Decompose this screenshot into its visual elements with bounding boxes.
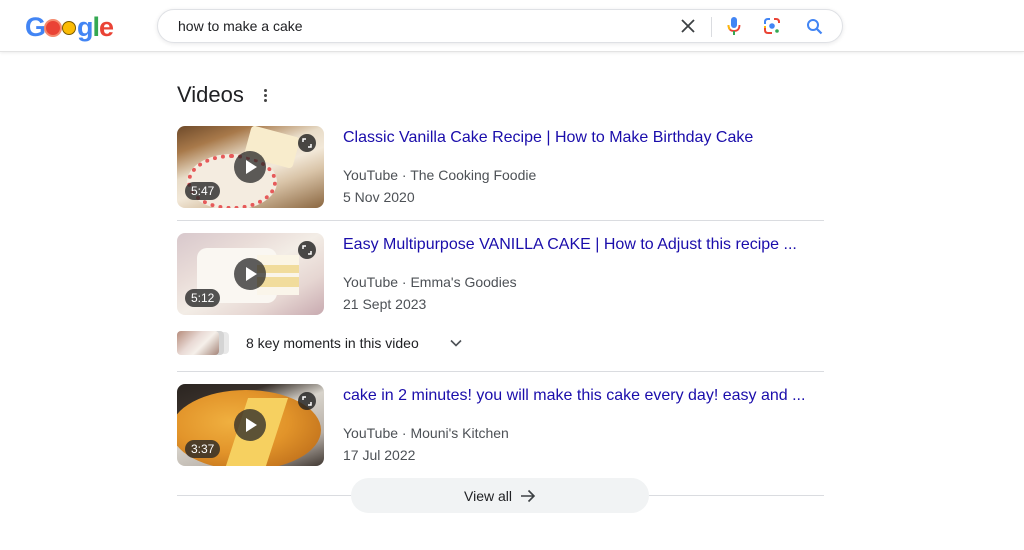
video-duration: 3:37: [185, 440, 221, 458]
divider: [177, 220, 824, 221]
expand-icon: [298, 134, 316, 152]
view-all-label: View all: [464, 487, 512, 504]
video-title-link[interactable]: Easy Multipurpose VANILLA CAKE | How to …: [343, 236, 797, 254]
video-date: 5 Nov 2020: [343, 189, 415, 205]
logo-letter-e: e: [99, 12, 114, 42]
google-logo[interactable]: Ggle: [25, 12, 114, 43]
video-result: 3:37 cake in 2 minutes! you will make th…: [177, 384, 824, 466]
play-icon: [234, 409, 266, 441]
video-date: 17 Jul 2022: [343, 447, 416, 463]
more-vert-icon-dot: [263, 98, 267, 102]
video-result: 5:12 Easy Multipurpose VANILLA CAKE | Ho…: [177, 233, 824, 315]
search-icon: [806, 18, 822, 34]
video-duration: 5:12: [185, 289, 221, 307]
video-source: YouTube · Emma's Goodies: [343, 274, 517, 290]
video-title-link[interactable]: cake in 2 minutes! you will make this ca…: [343, 387, 805, 405]
clear-search-button[interactable]: [678, 16, 698, 36]
lens-search-button[interactable]: [762, 16, 782, 36]
expand-icon: [298, 392, 316, 410]
key-moments-label: 8 key moments in this video: [246, 335, 419, 351]
arrow-right-icon: [521, 489, 536, 502]
chevron-down-icon: [450, 339, 462, 347]
video-title-link[interactable]: Classic Vanilla Cake Recipe | How to Mak…: [343, 129, 753, 147]
view-all-button[interactable]: View all: [351, 478, 649, 513]
key-moments-thumbnails: [177, 331, 231, 355]
search-divider: [711, 17, 712, 37]
play-icon: [234, 258, 266, 290]
search-box: [157, 9, 843, 43]
header: Ggle: [0, 0, 1024, 52]
voice-search-button[interactable]: [724, 16, 744, 36]
section-title: Videos: [177, 82, 244, 107]
video-thumbnail[interactable]: 5:12: [177, 233, 324, 315]
microphone-icon: [727, 17, 741, 35]
video-source: YouTube · Mouni's Kitchen: [343, 425, 509, 441]
google-lens-icon: [764, 18, 780, 34]
video-thumbnail[interactable]: 3:37: [177, 384, 324, 466]
key-moments-toggle[interactable]: 8 key moments in this video: [177, 330, 477, 356]
video-source: YouTube · The Cooking Foodie: [343, 167, 537, 183]
logo-letter-g2: g: [77, 12, 93, 42]
close-icon: [681, 19, 695, 33]
more-options-button[interactable]: [257, 85, 273, 105]
logo-letter-g: G: [25, 12, 46, 42]
video-result: 5:47 Classic Vanilla Cake Recipe | How t…: [177, 126, 824, 208]
video-duration: 5:47: [185, 182, 221, 200]
search-input[interactable]: [178, 10, 658, 42]
search-button[interactable]: [804, 16, 824, 36]
doodle-o1-icon: [46, 20, 61, 35]
video-thumbnail[interactable]: 5:47: [177, 126, 324, 208]
video-date: 21 Sept 2023: [343, 296, 427, 312]
expand-icon: [298, 241, 316, 259]
more-vert-icon-dot: [263, 93, 267, 97]
doodle-o2-icon: [62, 20, 77, 35]
divider: [177, 371, 824, 372]
play-icon: [234, 151, 266, 183]
more-vert-icon-dot: [263, 88, 267, 92]
